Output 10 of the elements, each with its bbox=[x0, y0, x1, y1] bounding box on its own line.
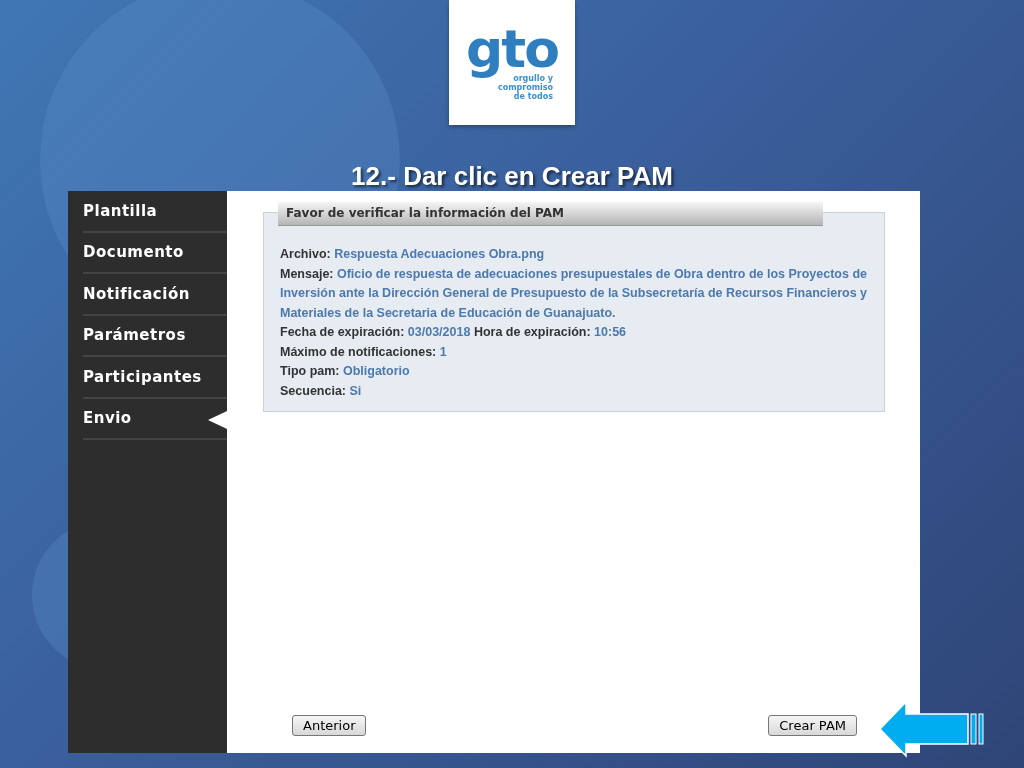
nav-button[interactable]: Crear PAM bbox=[768, 715, 857, 736]
panel-header: Favor de verificar la información del PAM bbox=[278, 202, 823, 226]
info-line: Archivo: Respuesta Adecuaciones Obra.png bbox=[280, 246, 546, 263]
info-line: Máximo de notificaciones: 1 bbox=[280, 343, 448, 361]
info-line: Fecha de expiración: 03/03/2018 Hora de expiración: 10:56 bbox=[280, 324, 628, 341]
info-line: Secuencia: Si bbox=[280, 382, 363, 400]
info-line: Mensaje: Oficio de respuesta de adecuaciones presupuestales de Obra dentro de los Proyectos de Inversión ante la Dirección General de Presupuesto de la Subsecretaría de Recursos Financieros y Materiales de la Secretaria de Educación de Guanajuato. bbox=[280, 265, 868, 322]
nav-button[interactable]: Anterior bbox=[292, 715, 367, 736]
slide-title: 12.- Dar clic en Crear PAM bbox=[350, 161, 674, 191]
info-line: Tipo pam: Obligatorio bbox=[280, 363, 411, 380]
